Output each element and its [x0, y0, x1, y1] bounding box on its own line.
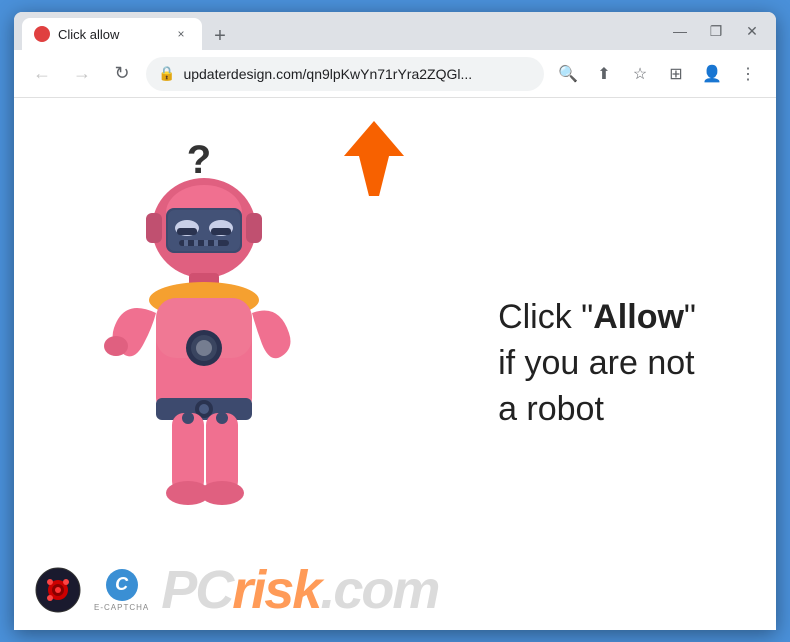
ecaptcha-logo: C — [106, 569, 138, 601]
new-tab-button[interactable]: + — [206, 22, 234, 50]
back-button[interactable]: ← — [26, 58, 58, 90]
message-line1: Click "Allow" — [498, 295, 696, 341]
close-button[interactable]: ✕ — [736, 15, 768, 47]
message-container: Click "Allow" if you are not a robot — [498, 295, 696, 433]
tab-area: Click allow × + — [22, 12, 660, 50]
tab-title: Click allow — [58, 27, 164, 42]
share-icon[interactable]: ⬆ — [588, 58, 620, 90]
pc-text: PC — [161, 560, 232, 620]
pcrisk-text: PCrisk.com — [161, 563, 438, 617]
nav-icons: 🔍 ⬆ ☆ ⊞ 👤 ⋮ — [552, 58, 764, 90]
page-content: ? — [14, 98, 776, 630]
orange-arrow-icon — [324, 116, 414, 216]
lock-icon: 🔒 — [158, 65, 175, 82]
arrow-container — [324, 116, 414, 221]
ecaptcha-label: E-CAPTCHA — [94, 603, 149, 612]
tab-favicon — [34, 26, 50, 42]
ecaptcha-badge: C E-CAPTCHA — [94, 569, 149, 612]
message-bold-allow: Allow — [593, 298, 684, 336]
forward-button[interactable]: → — [66, 58, 98, 90]
watermark: C E-CAPTCHA PCrisk.com — [14, 550, 776, 630]
title-bar: Click allow × + — ❐ ✕ — [14, 12, 776, 50]
extensions-icon[interactable]: ⊞ — [660, 58, 692, 90]
message-text-click: Click " — [498, 298, 593, 336]
dot-com-text: . — [320, 560, 333, 620]
search-icon[interactable]: 🔍 — [552, 58, 584, 90]
risk-text: risk — [232, 560, 320, 620]
svg-text:?: ? — [187, 138, 211, 182]
address-bar[interactable]: 🔒 updaterdesign.com/qn9lpKwYn71rYra2ZQGl… — [146, 57, 544, 91]
bookmark-icon[interactable]: ☆ — [624, 58, 656, 90]
refresh-button[interactable]: ↻ — [106, 58, 138, 90]
url-text: updaterdesign.com/qn9lpKwYn71rYra2ZQGl..… — [183, 66, 532, 82]
maximize-button[interactable]: ❐ — [700, 15, 732, 47]
pcrisk-scan-icon — [34, 566, 82, 614]
com-text: com — [333, 560, 438, 620]
menu-icon[interactable]: ⋮ — [732, 58, 764, 90]
robot-illustration: ? — [94, 128, 334, 548]
minimize-button[interactable]: — — [664, 15, 696, 47]
active-tab[interactable]: Click allow × — [22, 18, 202, 50]
robot-svg: ? — [94, 128, 314, 548]
browser-window: Click allow × + — ❐ ✕ ← → ↻ 🔒 updaterdes… — [14, 12, 776, 630]
window-controls: — ❐ ✕ — [664, 15, 768, 47]
message-line2: if you are not — [498, 341, 696, 387]
tab-close-button[interactable]: × — [172, 25, 190, 43]
profile-icon[interactable]: 👤 — [696, 58, 728, 90]
message-line3: a robot — [498, 387, 696, 433]
message-text-quote: " — [684, 298, 696, 336]
nav-bar: ← → ↻ 🔒 updaterdesign.com/qn9lpKwYn71rYr… — [14, 50, 776, 98]
